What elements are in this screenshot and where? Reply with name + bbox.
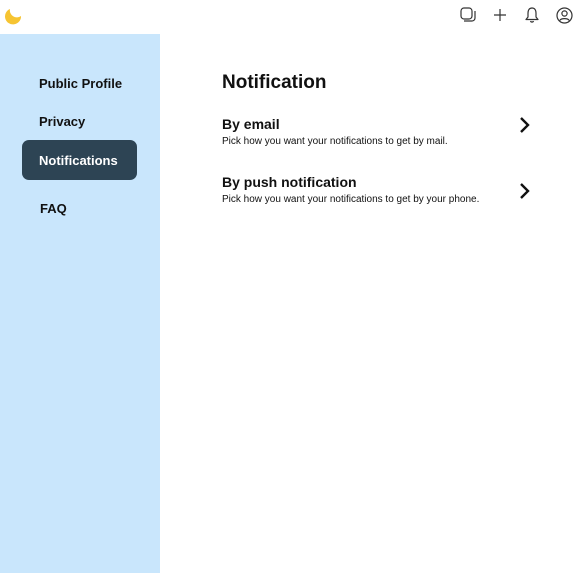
chevron-right-icon[interactable] [518,116,532,134]
sidebar: Public Profile Privacy Notifications FAQ [0,34,160,573]
sidebar-item-faq[interactable]: FAQ [22,188,137,228]
bell-icon[interactable] [523,6,541,24]
setting-title: By push notification [222,174,357,190]
setting-description: Pick how you want your notifications to … [222,136,448,147]
page-title: Notification [222,72,327,93]
chevron-right-icon[interactable] [518,182,532,200]
top-icons [459,6,573,24]
sidebar-item-label: FAQ [40,200,67,216]
top-bar [0,0,585,34]
setting-title: By email [222,116,280,132]
logo-icon[interactable] [4,6,24,26]
plus-icon[interactable] [491,6,509,24]
sidebar-item-label: Notifications [39,152,118,168]
email-notification-setting[interactable]: By email Pick how you want your notifica… [222,116,532,152]
sidebar-item-public-profile[interactable]: Public Profile [22,63,137,103]
sidebar-item-label: Public Profile [39,75,123,91]
stack-icon[interactable] [459,6,477,24]
sidebar-item-privacy[interactable]: Privacy [22,101,137,141]
push-notification-setting[interactable]: By push notification Pick how you want y… [222,174,532,210]
setting-description: Pick how you want your notifications to … [222,194,480,205]
sidebar-item-notifications[interactable]: Notifications [22,140,137,180]
sidebar-item-label: Privacy [39,113,86,129]
user-icon[interactable] [555,6,573,24]
